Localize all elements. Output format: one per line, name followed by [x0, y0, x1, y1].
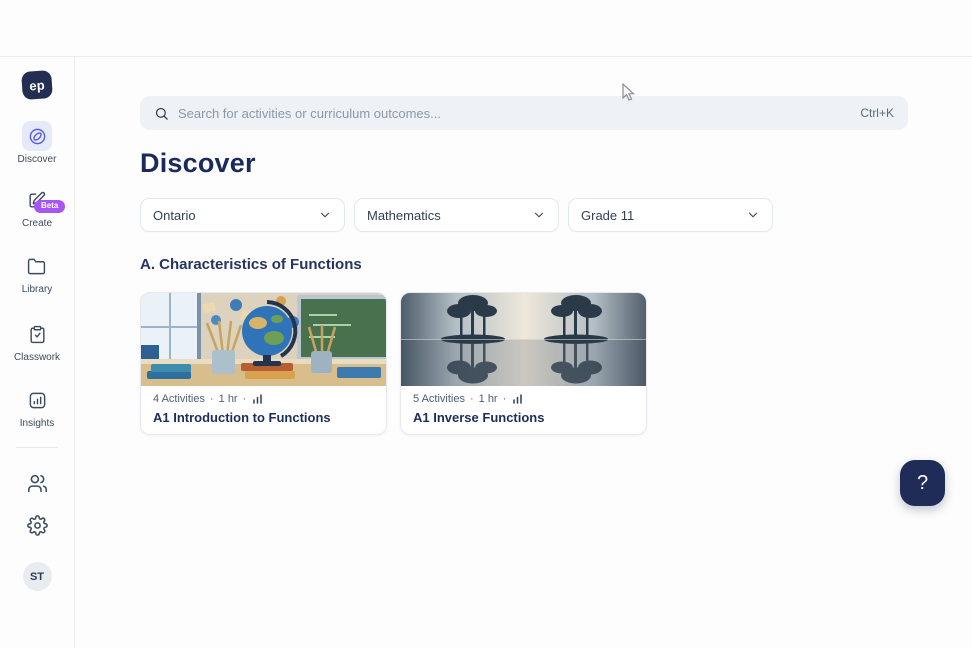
- course-thumbnail-classroom-globe: [141, 293, 387, 386]
- grade-dropdown[interactable]: Grade 11: [568, 198, 773, 232]
- activities-count: 5 Activities: [413, 393, 465, 405]
- sidebar-item-insights[interactable]: Insights: [20, 385, 54, 429]
- subject-dropdown[interactable]: Mathematics: [354, 198, 559, 232]
- search-bar[interactable]: Ctrl+K: [140, 96, 908, 130]
- top-divider: [0, 56, 972, 57]
- course-card[interactable]: 5 Activities · 1 hr · A1 Inverse Functio…: [400, 292, 647, 435]
- settings-gear-icon[interactable]: [24, 512, 50, 538]
- chevron-down-icon: [318, 208, 332, 222]
- activities-count: 4 Activities: [153, 393, 205, 405]
- sidebar-item-label: Library: [22, 284, 53, 295]
- meta-separator: ·: [243, 393, 247, 405]
- grade-dropdown-value: Grade 11: [581, 208, 634, 223]
- province-dropdown-value: Ontario: [153, 208, 196, 223]
- edit-pencil-icon: Beta: [22, 185, 52, 215]
- card-body: 4 Activities · 1 hr · A1 Introduction to…: [141, 386, 386, 425]
- page-title: Discover: [140, 148, 256, 179]
- meta-separator: ·: [210, 393, 214, 405]
- card-meta: 5 Activities · 1 hr ·: [413, 393, 634, 405]
- chevron-down-icon: [746, 208, 760, 222]
- bar-chart-square-icon: [22, 385, 52, 415]
- sidebar-item-label: Discover: [18, 154, 57, 165]
- card-body: 5 Activities · 1 hr · A1 Inverse Functio…: [401, 386, 646, 425]
- card-title: A1 Inverse Functions: [413, 410, 634, 425]
- card-title: A1 Introduction to Functions: [153, 410, 374, 425]
- sidebar: ep Discover Beta Create Library: [0, 57, 75, 648]
- app-logo-text: ep: [29, 77, 46, 93]
- search-icon: [154, 106, 169, 121]
- avatar-initials: ST: [30, 571, 44, 583]
- sidebar-item-discover[interactable]: Discover: [18, 121, 57, 165]
- section-title: A. Characteristics of Functions: [140, 256, 362, 273]
- filter-bar: Ontario Mathematics Grade 11: [140, 198, 773, 232]
- card-meta: 4 Activities · 1 hr ·: [153, 393, 374, 405]
- beta-badge: Beta: [34, 200, 65, 213]
- sidebar-item-create[interactable]: Beta Create: [22, 185, 52, 229]
- folder-icon: [22, 251, 52, 281]
- meta-separator: ·: [470, 393, 474, 405]
- course-card[interactable]: 4 Activities · 1 hr · A1 Introduction to…: [140, 292, 387, 435]
- search-shortcut-hint: Ctrl+K: [860, 106, 894, 120]
- sidebar-item-label: Create: [22, 218, 52, 229]
- app-logo[interactable]: ep: [21, 70, 53, 100]
- search-input[interactable]: [178, 106, 851, 121]
- avatar[interactable]: ST: [23, 562, 52, 591]
- sidebar-item-classwork[interactable]: Classwork: [14, 319, 60, 363]
- sidebar-divider: [16, 447, 58, 448]
- sidebar-item-library[interactable]: Library: [22, 251, 53, 295]
- course-card-list: 4 Activities · 1 hr · A1 Introduction to…: [140, 292, 647, 435]
- meta-separator: ·: [503, 393, 507, 405]
- app-screen: ep Discover Beta Create Library: [0, 0, 972, 648]
- compass-icon: [22, 121, 52, 151]
- stats-icon: [251, 393, 263, 405]
- stats-icon: [511, 393, 523, 405]
- chevron-down-icon: [532, 208, 546, 222]
- clipboard-check-icon: [22, 319, 52, 349]
- help-button[interactable]: ?: [900, 460, 945, 506]
- course-thumbnail-mirrored-lake: [401, 293, 647, 386]
- duration: 1 hr: [219, 393, 238, 405]
- users-icon[interactable]: [24, 470, 50, 496]
- subject-dropdown-value: Mathematics: [367, 208, 441, 223]
- question-mark-icon: ?: [917, 472, 928, 495]
- duration: 1 hr: [479, 393, 498, 405]
- sidebar-item-label: Classwork: [14, 352, 60, 363]
- province-dropdown[interactable]: Ontario: [140, 198, 345, 232]
- sidebar-item-label: Insights: [20, 418, 54, 429]
